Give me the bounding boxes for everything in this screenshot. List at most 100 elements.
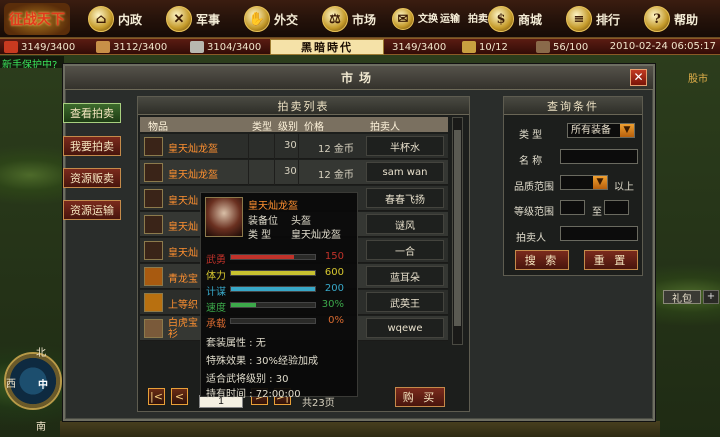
tooltip-slot-label: 装备位 (248, 216, 278, 227)
seller-input[interactable] (560, 226, 638, 241)
gift-pack-button[interactable]: 礼包 (663, 290, 701, 305)
nav-auction[interactable]: 拍卖 (468, 6, 488, 32)
reset-button[interactable]: 重 置 (584, 250, 638, 270)
col-seller: 拍卖人 (370, 122, 400, 133)
iron-resource: 3149/3400 (392, 41, 447, 53)
general-icon (536, 41, 550, 53)
stat-stamina: 体力 600 (206, 267, 344, 282)
table-row[interactable]: 皇天灿龙盔 30 12 金币 sam wan (140, 160, 448, 185)
nav-internal-affairs[interactable]: ⌂ 内政 (88, 6, 142, 32)
tooltip-item-name: 皇天灿龙盔 (248, 201, 298, 212)
first-page-button[interactable]: |< (148, 388, 165, 405)
ranking-icon: ≡ (566, 6, 592, 32)
quality-range-label: 品质范围 (514, 182, 554, 193)
tooltip-hold-time: 持有时间 : 72:00:00 (206, 389, 301, 400)
level-range-label: 等级范围 (514, 207, 554, 218)
nav-market[interactable]: ⚖ 市场 (322, 6, 376, 32)
quality-suffix: 以上 (614, 182, 634, 193)
auction-list-scrollbar[interactable] (452, 117, 463, 345)
compass-center-label: 中 (38, 380, 48, 391)
chevron-down-icon[interactable]: ▼ (593, 176, 607, 189)
crossed-swords-icon: ✕ (166, 6, 192, 32)
nav-military[interactable]: ✕ 军事 (166, 6, 220, 32)
level-to-label: 至 (592, 207, 602, 218)
chevron-down-icon[interactable]: ▼ (620, 124, 634, 137)
scroll-item-icon (144, 293, 163, 312)
scale-icon: ⚖ (322, 6, 348, 32)
name-input[interactable] (560, 149, 638, 164)
close-button[interactable]: ✕ (630, 69, 647, 86)
type-label: 类 型 (519, 130, 543, 141)
nav-shop[interactable]: $ 商城 (488, 6, 542, 32)
tooltip-set-attr: 套装属性 : 无 (206, 338, 266, 349)
helmet-icon (144, 137, 163, 156)
shop-icon: $ (488, 6, 514, 32)
gem-icon (144, 267, 163, 286)
chevron-left-icon: < (174, 390, 185, 403)
nav-exchange[interactable]: ✉ 文换 (392, 6, 438, 32)
tooltip-type-label: 类 型 (248, 230, 272, 241)
buy-button[interactable]: 购 买 (395, 387, 445, 407)
food-resource: 3149/3400 (4, 40, 75, 54)
era-label: 黑暗時代 (270, 39, 384, 55)
minimap-compass[interactable]: 北 西 中 南 (0, 340, 62, 437)
tooltip-level-req: 适合武将级别 : 30 (206, 374, 289, 385)
compass-south-label: 南 (36, 422, 46, 433)
stone-icon (190, 41, 204, 53)
nav-help[interactable]: ? 帮助 (644, 6, 698, 32)
building-icon: ⌂ (88, 6, 114, 32)
market-window-title: 市场 (65, 66, 653, 90)
view-auction-button[interactable]: 查看拍卖 (63, 103, 121, 123)
stone-resource: 3104/3400 (190, 40, 261, 54)
stat-bar-fill (231, 255, 294, 259)
search-button[interactable]: 搜 索 (515, 250, 569, 270)
col-item: 物品 (148, 122, 168, 133)
handshake-icon: ✋ (244, 6, 270, 32)
col-type: 类型 (252, 122, 272, 133)
stat-load: 承载 0% (206, 315, 344, 330)
level-min-input[interactable] (560, 200, 585, 215)
nav-ranking[interactable]: ≡ 排行 (566, 6, 620, 32)
bottom-decor-strip (60, 421, 660, 437)
stat-speed: 速度 30% (206, 299, 344, 314)
compass-west-label: 西 (6, 379, 16, 390)
armor-icon (144, 319, 163, 338)
nav-diplomacy[interactable]: ✋ 外交 (244, 6, 298, 32)
helmet-icon (144, 163, 163, 182)
level-max-input[interactable] (604, 200, 629, 215)
name-label: 名 称 (519, 156, 543, 167)
tooltip-type-value: 皇天灿龙盔 (291, 230, 341, 241)
close-icon: ✕ (633, 70, 644, 84)
chat-line[interactable]: 新手保护中? (0, 56, 64, 68)
stat-bar-fill (231, 287, 315, 291)
stat-bar-fill (231, 271, 315, 275)
nav-transport[interactable]: 运输 (440, 6, 460, 32)
transport-resources-button[interactable]: 资源运输 (63, 200, 121, 220)
first-page-icon: |< (150, 390, 163, 403)
item-tooltip: 皇天灿龙盔 装备位 头盔 类 型 皇天灿龙盔 武勇 150 体力 600 计谋 … (200, 192, 358, 400)
start-auction-button[interactable]: 我要拍卖 (63, 136, 121, 156)
prev-page-button[interactable]: < (171, 388, 188, 405)
scrollbar-thumb[interactable] (454, 130, 461, 326)
stat-bravery: 武勇 150 (206, 251, 344, 266)
sell-resources-button[interactable]: 资源贩卖 (63, 168, 121, 188)
gold-resource: 56/100 (536, 40, 588, 54)
table-row[interactable]: 皇天灿龙盔 30 12 金币 半杯水 (140, 134, 448, 159)
col-level: 级别 (278, 122, 298, 133)
stat-bar-fill (231, 303, 257, 307)
wood-resource: 3112/3400 (96, 40, 167, 54)
query-title: 查询条件 (504, 97, 642, 115)
compass-north-label: 北 (36, 348, 46, 359)
helmet-icon (144, 215, 163, 234)
helmet-icon (144, 189, 163, 208)
scroll-icon: ✉ (392, 8, 414, 30)
expand-icon[interactable]: + (703, 290, 719, 304)
item-portrait (205, 197, 243, 237)
auction-column-headers: 物品 类型 级别 价格 拍卖人 (140, 117, 448, 133)
population-icon (462, 41, 476, 53)
population-resource: 10/12 (462, 40, 508, 54)
game-logo: 征战天下 (4, 3, 70, 35)
col-price: 价格 (304, 122, 324, 133)
server-datetime: 2010-02-24 06:05:17 (609, 41, 716, 52)
seller-label: 拍卖人 (516, 233, 546, 244)
